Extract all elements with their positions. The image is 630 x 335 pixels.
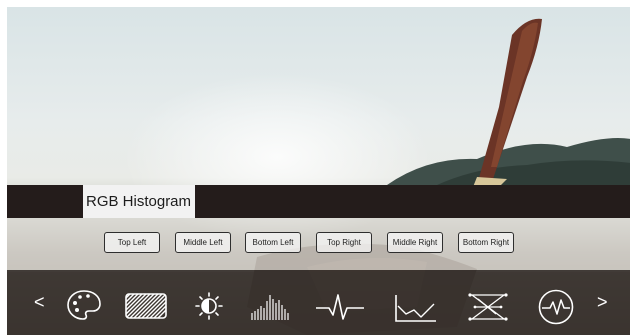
position-top-left-button[interactable]: Top Left — [104, 232, 160, 253]
brightness-icon[interactable] — [195, 292, 223, 320]
position-middle-left-button[interactable]: Middle Left — [175, 232, 231, 253]
palette-icon[interactable] — [66, 289, 102, 321]
zebra-stripes-icon[interactable] — [125, 293, 167, 319]
line-graph-icon[interactable] — [394, 293, 438, 323]
histogram-icon[interactable] — [250, 291, 292, 321]
position-bottom-left-button[interactable]: Bottom Left — [245, 232, 301, 253]
panel-title: RGB Histogram — [83, 185, 196, 218]
waveform-icon[interactable] — [315, 292, 365, 322]
position-top-right-button[interactable]: Top Right — [316, 232, 372, 253]
vectorscope-icon[interactable] — [466, 289, 510, 325]
previous-arrow-button[interactable]: < — [34, 292, 45, 312]
pulse-monitor-icon[interactable] — [537, 288, 575, 326]
screen: RGB Histogram Top Left Middle Left Botto… — [0, 0, 630, 335]
next-arrow-button[interactable]: > — [597, 292, 608, 312]
position-middle-right-button[interactable]: Middle Right — [387, 232, 443, 253]
position-bottom-right-button[interactable]: Bottom Right — [458, 232, 514, 253]
